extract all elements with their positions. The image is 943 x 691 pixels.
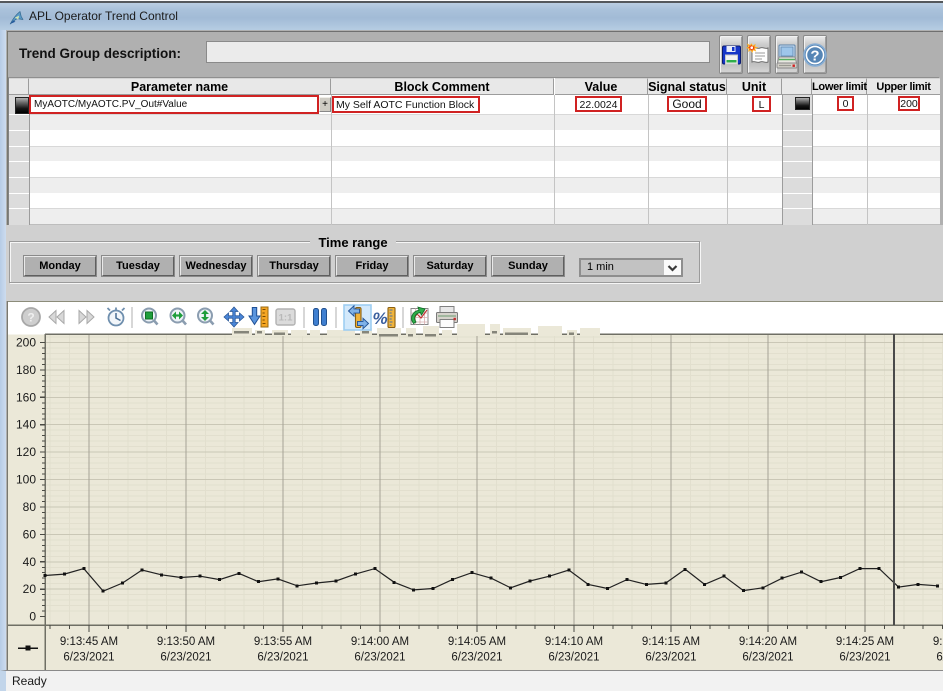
svg-text:9:14:05 AM: 9:14:05 AM (448, 636, 506, 648)
svg-text:9:14:30 AM: 9:14:30 AM (933, 636, 943, 648)
svg-text:9:14:00 AM: 9:14:00 AM (351, 636, 409, 648)
svg-text:20: 20 (23, 582, 37, 596)
svg-text:9:14:10 AM: 9:14:10 AM (545, 636, 603, 648)
svg-text:6/23/2021: 6/23/2021 (936, 652, 943, 664)
svg-text:160: 160 (16, 390, 36, 404)
svg-text:1:1: 1:1 (279, 313, 293, 324)
svg-text:9:14:25 AM: 9:14:25 AM (836, 636, 894, 648)
svg-text:140: 140 (16, 418, 36, 432)
svg-text:%: % (372, 309, 387, 328)
svg-text:6/23/2021: 6/23/2021 (354, 652, 405, 664)
svg-text:200: 200 (16, 336, 36, 350)
svg-text:100: 100 (16, 473, 36, 487)
svg-text:9:13:45 AM: 9:13:45 AM (60, 636, 118, 648)
svg-text:0: 0 (29, 610, 36, 624)
svg-text:80: 80 (23, 500, 37, 514)
svg-text:6/23/2021: 6/23/2021 (742, 652, 793, 664)
svg-text:6/23/2021: 6/23/2021 (548, 652, 599, 664)
svg-text:120: 120 (16, 445, 36, 459)
svg-text:9:14:20 AM: 9:14:20 AM (739, 636, 797, 648)
svg-text:?: ? (810, 48, 819, 65)
svg-text:60: 60 (23, 527, 37, 541)
svg-text:6/23/2021: 6/23/2021 (63, 652, 114, 664)
svg-text:180: 180 (16, 363, 36, 377)
svg-text:40: 40 (23, 555, 37, 569)
svg-text:9:13:50 AM: 9:13:50 AM (157, 636, 215, 648)
svg-text:6/23/2021: 6/23/2021 (451, 652, 502, 664)
svg-text:6/23/2021: 6/23/2021 (839, 652, 890, 664)
svg-text:?: ? (27, 311, 34, 325)
svg-text:6/23/2021: 6/23/2021 (645, 652, 696, 664)
svg-text:6/23/2021: 6/23/2021 (160, 652, 211, 664)
svg-text:9:13:55 AM: 9:13:55 AM (254, 636, 312, 648)
svg-text:9:14:15 AM: 9:14:15 AM (642, 636, 700, 648)
svg-text:6/23/2021: 6/23/2021 (257, 652, 308, 664)
